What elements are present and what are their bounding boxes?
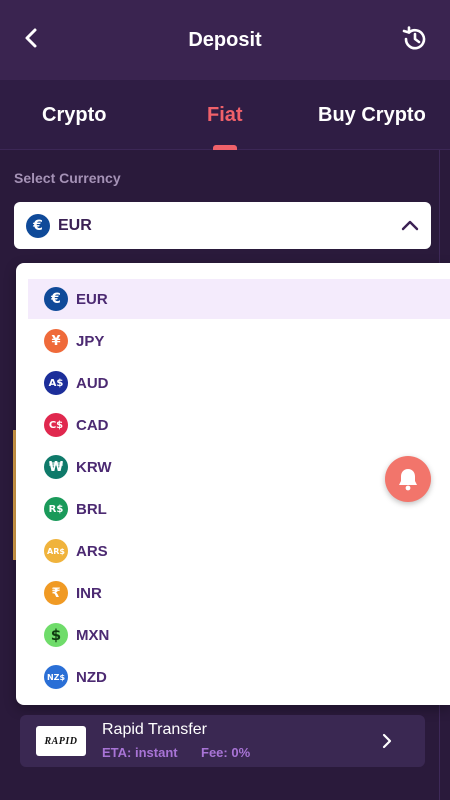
currency-option-cad[interactable]: C$ CAD <box>28 405 450 445</box>
ars-icon: AR$ <box>44 539 68 563</box>
dollar-icon: $ <box>44 623 68 647</box>
tab-fiat[interactable]: Fiat <box>207 104 243 127</box>
rupee-icon: ₹ <box>44 581 68 605</box>
bell-icon <box>399 469 417 491</box>
notification-bell-button[interactable] <box>385 456 431 502</box>
tab-bar: Crypto Fiat Buy Crypto <box>0 80 450 150</box>
brl-icon: R$ <box>44 497 68 521</box>
page-title: Deposit <box>188 28 262 51</box>
currency-option-inr[interactable]: ₹ INR <box>28 573 450 613</box>
chevron-right-icon <box>382 733 392 749</box>
currency-option-jpy[interactable]: ¥ JPY <box>28 321 450 361</box>
currency-option-brl[interactable]: R$ BRL <box>28 489 450 529</box>
currency-option-label: NZD <box>76 669 107 686</box>
payment-method-rapid-transfer[interactable]: RAPID Rapid Transfer ETA: instant Fee: 0… <box>20 715 425 767</box>
currency-option-ars[interactable]: AR$ ARS <box>28 531 450 571</box>
currency-option-label: MXN <box>76 627 110 644</box>
euro-icon: € <box>26 214 50 238</box>
currency-option-label: EUR <box>76 291 108 308</box>
chevron-left-icon[interactable] <box>18 24 46 52</box>
tab-buy-crypto[interactable]: Buy Crypto <box>318 104 426 127</box>
currency-selector[interactable]: € EUR <box>14 202 431 249</box>
select-currency-label: Select Currency <box>14 170 121 186</box>
currency-option-label: CAD <box>76 417 109 434</box>
payment-method-eta: ETA: instant <box>102 745 178 760</box>
selected-currency: EUR <box>58 217 92 234</box>
payment-method-fee: Fee: 0% <box>201 745 251 760</box>
chevron-up-icon[interactable] <box>401 218 419 232</box>
tab-crypto[interactable]: Crypto <box>42 104 106 127</box>
won-icon: ₩ <box>44 455 68 479</box>
currency-option-label: INR <box>76 585 102 602</box>
cad-icon: C$ <box>44 413 68 437</box>
currency-option-label: BRL <box>76 501 107 518</box>
currency-option-label: AUD <box>76 375 109 392</box>
currency-option-mxn[interactable]: $ MXN <box>28 615 450 655</box>
currency-option-label: JPY <box>76 333 105 350</box>
header: Deposit <box>0 0 450 80</box>
currency-option-label: KRW <box>76 459 112 476</box>
euro-icon: € <box>44 287 68 311</box>
rapid-logo: RAPID <box>36 726 86 756</box>
currency-option-aud[interactable]: A$ AUD <box>28 363 450 403</box>
nzd-icon: NZ$ <box>44 665 68 689</box>
payment-method-name: Rapid Transfer <box>102 721 207 738</box>
aud-icon: A$ <box>44 371 68 395</box>
history-icon[interactable] <box>400 24 430 54</box>
yen-icon: ¥ <box>44 329 68 353</box>
currency-option-eur[interactable]: € EUR <box>28 279 450 319</box>
currency-option-nzd[interactable]: NZ$ NZD <box>28 657 450 697</box>
currency-option-label: ARS <box>76 543 108 560</box>
